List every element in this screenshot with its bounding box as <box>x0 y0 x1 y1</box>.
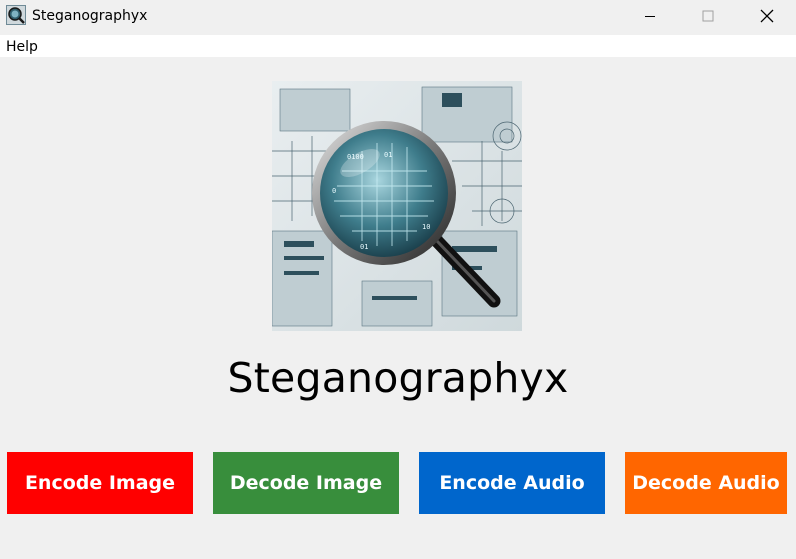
window-title: Steganographyx <box>32 8 148 24</box>
svg-text:01: 01 <box>384 151 392 159</box>
title-bar[interactable]: Steganographyx <box>0 0 796 33</box>
magnifying-glass-image: 0100 01 0 10 01 <box>272 81 522 331</box>
encode-audio-label: Encode Audio <box>439 472 585 494</box>
decode-audio-button[interactable]: Decode Audio <box>625 452 787 514</box>
decode-image-label: Decode Image <box>229 472 383 494</box>
decode-image-button[interactable]: Decode Image <box>213 452 399 514</box>
svg-text:0: 0 <box>332 187 336 195</box>
menu-help[interactable]: Help <box>6 39 38 55</box>
encode-image-label: Encode Image <box>24 472 176 494</box>
maximize-icon <box>702 10 714 21</box>
maximize-button[interactable] <box>679 0 737 31</box>
minimize-button[interactable] <box>621 0 679 31</box>
svg-text:01: 01 <box>360 243 368 251</box>
app-window: Steganographyx Help 0100 01 0 10 01 Steg… <box>0 0 796 559</box>
encode-audio-button[interactable]: Encode Audio <box>419 452 605 514</box>
close-button[interactable] <box>738 0 796 31</box>
hero-image: 0100 01 0 10 01 <box>272 81 522 331</box>
encode-image-button[interactable]: Encode Image <box>7 452 193 514</box>
menu-bar: Help <box>0 35 796 57</box>
minimize-icon <box>645 15 655 17</box>
svg-text:10: 10 <box>422 223 430 231</box>
close-icon <box>760 9 774 22</box>
decode-audio-label: Decode Audio <box>632 472 780 494</box>
app-heading: Steganographyx <box>227 354 569 402</box>
app-icon <box>6 5 26 25</box>
